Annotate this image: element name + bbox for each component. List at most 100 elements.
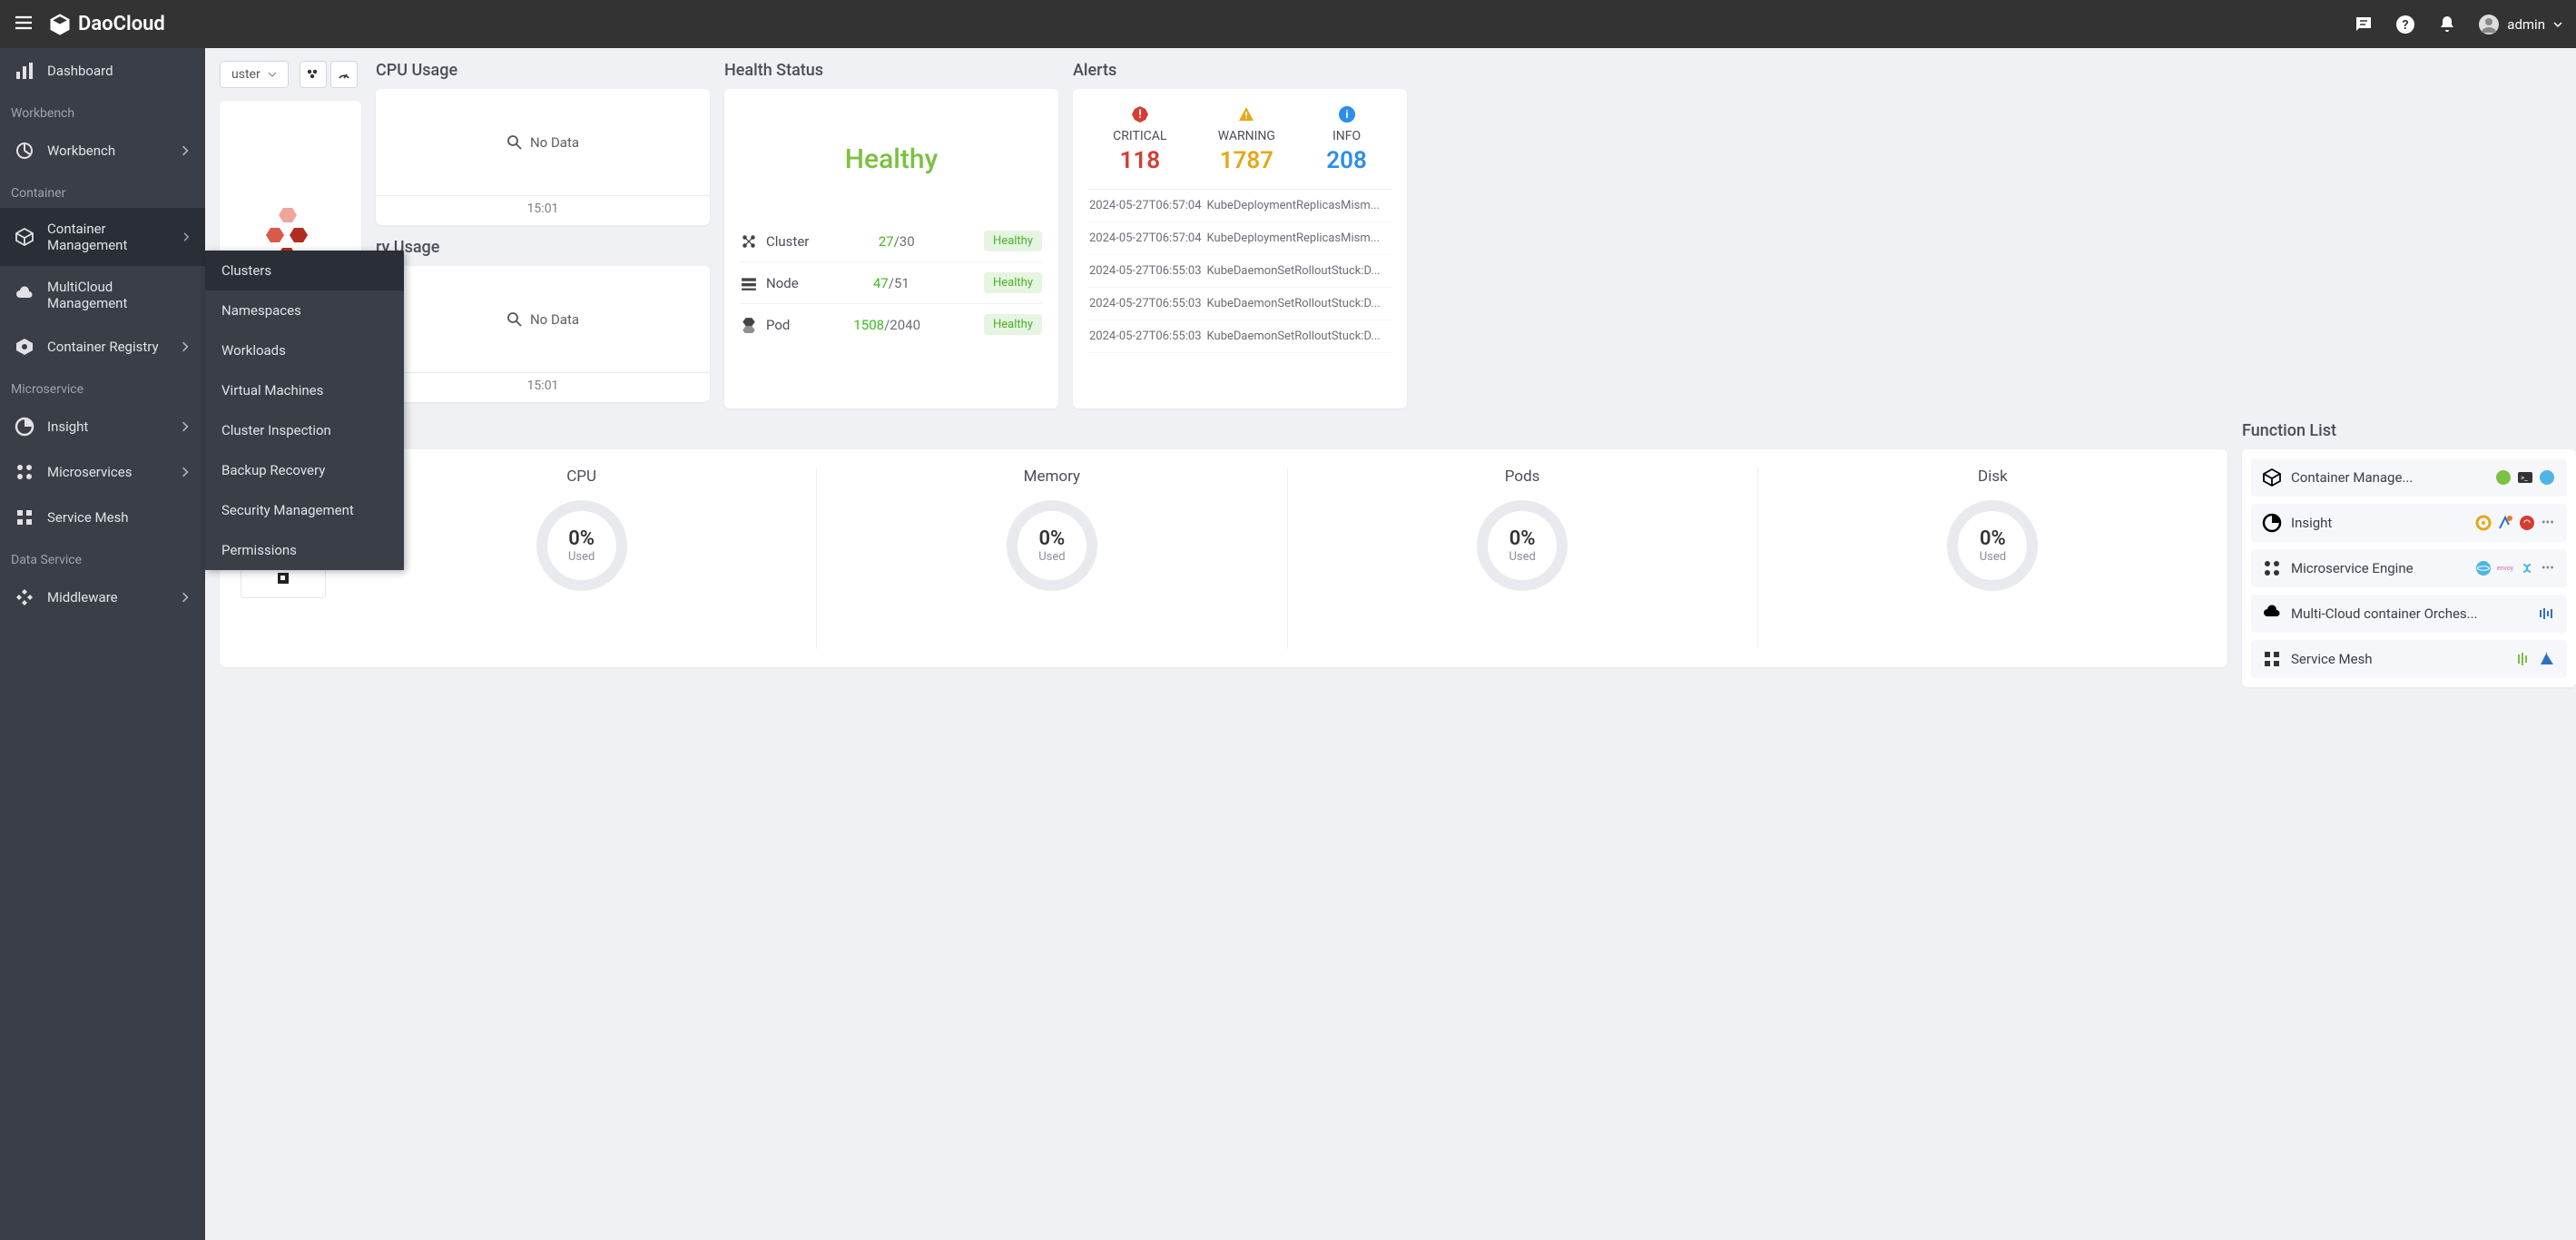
function-section: Function List Container Manage...>_ Insig… — [2242, 421, 2576, 687]
resource-card: CPU0%UsedMemory0%UsedPods0%UsedDisk0%Use… — [220, 449, 2227, 667]
sidebar-heading: Data Service — [0, 540, 205, 575]
view-toggle — [300, 61, 358, 88]
list-view-toggle[interactable] — [330, 61, 358, 88]
bottom-row: rce Usage CPU0%UsedMemory0%UsedPods0%Use… — [220, 421, 2576, 687]
sidebar-item-microservices[interactable]: Microservices — [0, 449, 205, 495]
hamburger-button[interactable] — [13, 12, 34, 37]
resource-memory: Memory0%Used — [816, 467, 1286, 649]
sidebar-item-container-management[interactable]: Container Management — [0, 208, 205, 266]
health-title: Health Status — [724, 61, 1058, 80]
flyout-item-security-management[interactable]: Security Management — [205, 490, 404, 530]
health-card: Healthy Cluster27/30HealthyNode47/51Heal… — [724, 89, 1058, 408]
cpu-nodata: No Data — [376, 89, 710, 195]
help-icon[interactable]: ? — [2394, 14, 2416, 35]
alert-item[interactable]: 2024-05-27T06:57:04KubeDeploymentReplica… — [1087, 190, 1392, 222]
cpu-card: No Data 15:01 — [376, 89, 710, 225]
gauge: 0%Used — [1477, 500, 1568, 591]
alert-item[interactable]: 2024-05-27T06:57:04KubeDeploymentReplica… — [1087, 222, 1392, 255]
topbar: DaoCloud ? admin — [0, 0, 2576, 48]
bell-icon[interactable] — [2436, 14, 2458, 35]
search-icon — [506, 311, 523, 328]
memory-title: ry Usage — [376, 238, 710, 257]
function-item-0[interactable]: Container Manage...>_ — [2251, 458, 2567, 497]
insight-icon — [2262, 513, 2282, 533]
alert-critical[interactable]: !CRITICAL118 — [1113, 105, 1166, 174]
sidebar-item-multicloud-management[interactable]: MultiCloud Management — [0, 266, 205, 324]
chevron-right-icon — [180, 421, 191, 432]
alert-item[interactable]: 2024-05-27T06:55:03KubeDaemonSetRolloutS… — [1087, 288, 1392, 320]
topbar-left: DaoCloud — [13, 12, 165, 37]
mesh-icon — [15, 507, 34, 527]
middleware-icon — [15, 587, 34, 607]
function-item-4[interactable]: Service Mesh — [2251, 640, 2567, 678]
chevron-right-icon — [182, 231, 191, 242]
flyout-item-cluster-inspection[interactable]: Cluster Inspection — [205, 410, 404, 450]
alerts-section: Alerts !CRITICAL118!WARNING1787iINFO208 … — [1073, 61, 1407, 408]
cluster-icon — [741, 233, 757, 250]
flyout-item-permissions[interactable]: Permissions — [205, 530, 404, 570]
more-icon[interactable]: ••• — [2540, 516, 2556, 530]
function-item-2[interactable]: Microservice Engineenvoy••• — [2251, 549, 2567, 587]
sidebar-item-insight[interactable]: Insight — [0, 404, 205, 449]
user-menu[interactable]: admin — [2478, 14, 2563, 35]
health-rows: Cluster27/30HealthyNode47/51HealthyPod15… — [741, 221, 1042, 345]
sidebar-item-workbench[interactable]: Workbench — [0, 128, 205, 173]
more-icon[interactable]: ••• — [2540, 561, 2556, 576]
alert-warning[interactable]: !WARNING1787 — [1218, 105, 1275, 174]
resource-pods: Pods0%Used — [1287, 467, 1757, 649]
critical-icon: ! — [1131, 105, 1149, 123]
health-badge: Healthy — [984, 272, 1042, 293]
function-item-1[interactable]: Insight••• — [2251, 504, 2567, 542]
gauge-icon — [337, 67, 351, 82]
flyout-item-clusters[interactable]: Clusters — [205, 251, 404, 290]
cluster-select[interactable]: uster — [220, 61, 289, 88]
insight-icon — [15, 417, 34, 437]
sidebar-item-dashboard[interactable]: Dashboard — [0, 48, 205, 93]
alert-info[interactable]: iINFO208 — [1326, 105, 1367, 174]
mesh-icon — [2262, 649, 2282, 669]
topbar-right: ? admin — [2353, 14, 2563, 35]
multicloud-icon — [2262, 604, 2282, 624]
registry-icon — [15, 337, 34, 357]
sidebar-item-service-mesh[interactable]: Service Mesh — [0, 495, 205, 540]
sidebar-item-middleware[interactable]: Middleware — [0, 575, 205, 620]
alert-summary: !CRITICAL118 !WARNING1787 iINFO208 — [1087, 105, 1392, 174]
sidebar-heading: Workbench — [0, 93, 205, 128]
flyout-item-virtual-machines[interactable]: Virtual Machines — [205, 370, 404, 410]
resource-cpu: CPU0%Used — [347, 467, 816, 649]
chat-icon[interactable] — [2353, 14, 2374, 35]
svg-text:>_: >_ — [2521, 474, 2528, 482]
alert-item[interactable]: 2024-05-27T06:55:03KubeDaemonSetRolloutS… — [1087, 255, 1392, 288]
chevron-down-icon — [2552, 19, 2563, 30]
flyout-menu: ClustersNamespacesWorkloadsVirtual Machi… — [205, 251, 404, 570]
logo[interactable]: DaoCloud — [47, 12, 165, 37]
hex-view-toggle[interactable] — [300, 61, 327, 88]
health-row-node: Node47/51Healthy — [741, 262, 1042, 304]
cpu-xaxis: 15:01 — [376, 195, 710, 225]
alerts-card: !CRITICAL118 !WARNING1787 iINFO208 2024-05… — [1073, 89, 1407, 408]
function-item-3[interactable]: Multi-Cloud container Orches... — [2251, 595, 2567, 633]
microservices-icon — [2262, 558, 2282, 578]
sidebar: DashboardWorkbenchWorkbenchContainerCont… — [0, 48, 205, 1240]
gauge: 0%Used — [1007, 500, 1097, 591]
flyout-item-workloads[interactable]: Workloads — [205, 330, 404, 370]
content: uster — [205, 48, 2576, 1240]
container-icon — [15, 227, 34, 247]
flyout-item-backup-recovery[interactable]: Backup Recovery — [205, 450, 404, 490]
flyout-item-namespaces[interactable]: Namespaces — [205, 290, 404, 330]
avatar-icon — [2478, 14, 2500, 35]
health-row-pod: Pod1508/2040Healthy — [741, 304, 1042, 345]
health-badge: Healthy — [984, 231, 1042, 251]
alert-item[interactable]: 2024-05-27T06:55:03KubeDaemonSetRolloutS… — [1087, 320, 1392, 353]
sidebar-item-container-registry[interactable]: Container Registry — [0, 324, 205, 369]
main: DashboardWorkbenchWorkbenchContainerCont… — [0, 48, 2576, 1240]
function-title: Function List — [2242, 421, 2576, 440]
workbench-icon — [15, 141, 34, 161]
cpu-section: CPU Usage No Data 15:01 — [376, 61, 710, 225]
svg-text:!: ! — [1245, 110, 1248, 122]
sidebar-item-label: Insight — [47, 418, 88, 435]
memory-nodata: No Data — [376, 266, 710, 372]
search-icon — [506, 134, 523, 151]
microservices-icon — [15, 462, 34, 482]
svg-text:envoy: envoy — [2497, 565, 2514, 572]
